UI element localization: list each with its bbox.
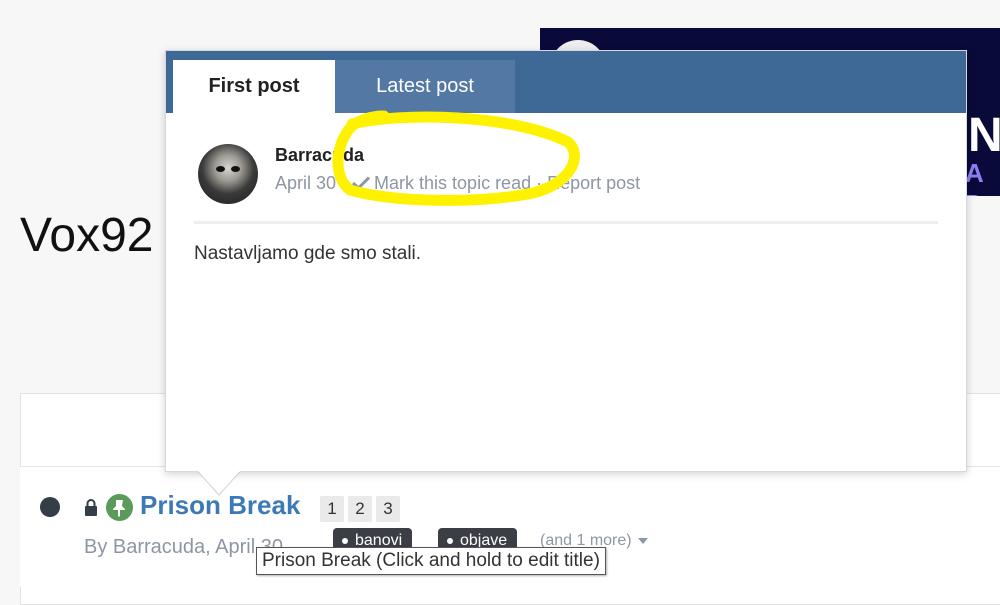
banner-subtext: A D	[965, 158, 985, 196]
checkmark-icon	[352, 176, 371, 190]
mark-topic-read-label: Mark this topic read	[374, 173, 532, 193]
caret-down-icon	[637, 537, 648, 544]
page-link[interactable]: 2	[348, 496, 372, 522]
lock-icon	[85, 499, 97, 516]
mark-topic-read-link[interactable]: Mark this topic read	[352, 173, 531, 193]
topic-preview-popup: First post Latest post Barracuda April 3…	[165, 50, 967, 472]
post-content: Nastavljamo gde smo stali.	[194, 243, 422, 264]
meta-separator: ·	[341, 173, 348, 193]
site-title: Vox92	[20, 209, 154, 262]
tab-first-post[interactable]: First post	[173, 60, 335, 113]
unread-indicator-icon[interactable]	[40, 497, 60, 517]
avatar-eye	[231, 166, 240, 172]
popup-arrow	[197, 470, 241, 494]
popup-divider	[194, 221, 938, 224]
popup-tabbar: First post Latest post	[166, 51, 966, 113]
post-date: April 30	[275, 173, 337, 193]
author-name[interactable]: Barracuda	[275, 145, 364, 166]
page-link[interactable]: 1	[320, 496, 344, 522]
page-link[interactable]: 3	[376, 496, 400, 522]
avatar-eye	[216, 166, 225, 172]
pinned-icon	[106, 494, 133, 521]
report-post-link[interactable]: Report post	[547, 173, 640, 193]
topic-pagination: 1 2 3	[320, 496, 400, 522]
banner-letter: N	[968, 109, 1000, 162]
author-avatar[interactable]	[198, 144, 258, 204]
post-meta: April 30 · Mark this topic read · Report pos…	[275, 173, 640, 194]
topic-byline: By Barracuda, April 30	[84, 536, 283, 558]
meta-separator: ·	[536, 173, 543, 193]
title-tooltip: Prison Break (Click and hold to edit tit…	[256, 547, 606, 575]
tab-latest-post[interactable]: Latest post	[335, 60, 515, 113]
